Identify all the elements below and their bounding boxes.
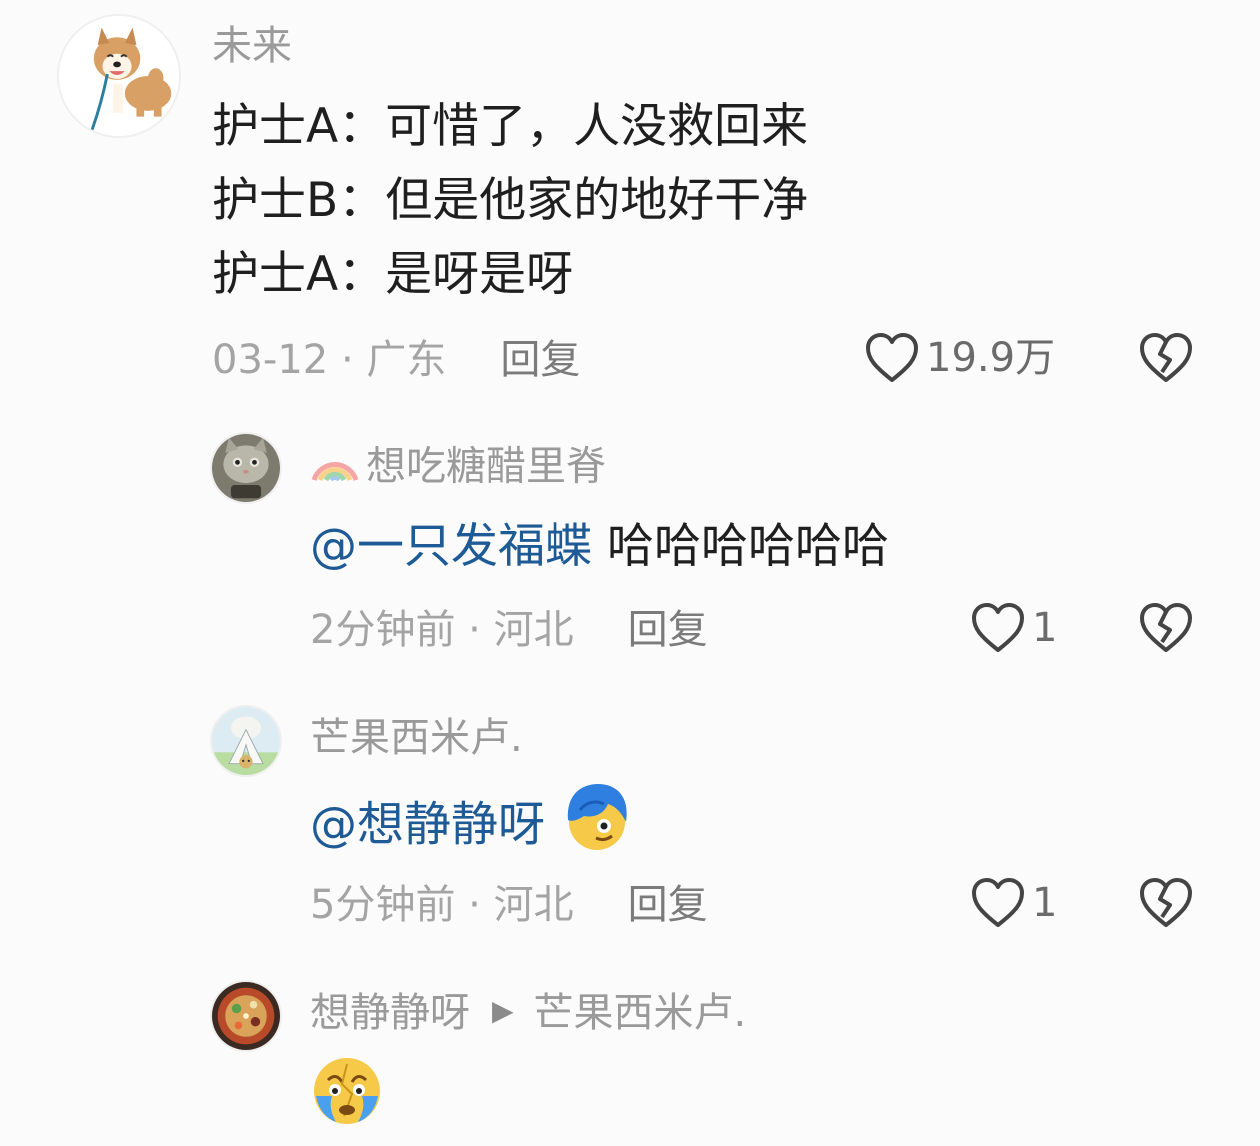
mention-link[interactable]: @一只发福蝶 bbox=[310, 519, 592, 574]
cat-avatar-image bbox=[212, 434, 280, 502]
reply-button[interactable]: 回复 bbox=[628, 882, 708, 928]
reply-username-text: 想吃糖醋里脊 bbox=[366, 443, 606, 490]
cartoon-avatar-image bbox=[212, 707, 280, 775]
reply-location: 河北 bbox=[493, 607, 574, 653]
meta-separator: · bbox=[455, 607, 494, 653]
like-count: 1 bbox=[1032, 605, 1058, 651]
like-count: 19.9万 bbox=[926, 335, 1056, 381]
comment-item: 未来 护士A：可惜了，人没救回来 护士B：但是他家的地好干净 护士A：是呀是呀 … bbox=[0, 0, 1260, 400]
reply-time: 2分钟前 bbox=[310, 607, 456, 653]
rainbow-icon bbox=[310, 438, 360, 493]
like-button[interactable]: 19.9万 bbox=[864, 332, 1055, 384]
comment-text-line: 护士A：是呀是呀 bbox=[212, 247, 574, 302]
comment-username[interactable]: 未来 bbox=[212, 22, 292, 70]
comment-text-line: 护士B：但是他家的地好干净 bbox=[212, 173, 809, 228]
like-button[interactable]: 1 bbox=[970, 602, 1057, 654]
reply-time: 5分钟前 bbox=[310, 882, 456, 928]
reply-text bbox=[310, 1054, 384, 1146]
like-button[interactable]: 1 bbox=[970, 877, 1057, 929]
avatar[interactable] bbox=[57, 14, 181, 138]
reply-button[interactable]: 回复 bbox=[628, 607, 708, 653]
reply-text: @想静静呀 bbox=[310, 780, 634, 876]
reply-target[interactable]: 芒果西米卢. bbox=[534, 990, 747, 1036]
broken-heart-icon bbox=[1140, 333, 1192, 382]
reply-meta: 2分钟前 · 河北 回复 bbox=[310, 606, 708, 654]
reply-arrow-icon: ▶ bbox=[492, 994, 514, 1027]
comment-date: 03-12 bbox=[212, 337, 329, 383]
comment-text: 护士A：可惜了，人没救回来 护士B：但是他家的地好干净 护士A：是呀是呀 bbox=[212, 90, 808, 312]
broken-heart-icon bbox=[1140, 603, 1192, 652]
reply-text: @一只发福蝶 哈哈哈哈哈哈 bbox=[310, 510, 889, 584]
comment-thread: 未来 护士A：可惜了，人没救回来 护士B：但是他家的地好干净 护士A：是呀是呀 … bbox=[0, 0, 1260, 1146]
avatar[interactable] bbox=[210, 980, 282, 1052]
avatar[interactable] bbox=[210, 705, 282, 777]
heart-icon bbox=[866, 333, 918, 382]
reply-author[interactable]: 想静静呀 bbox=[310, 990, 470, 1036]
crying-face-icon bbox=[310, 1054, 384, 1146]
dog-avatar-image bbox=[59, 16, 179, 136]
dislike-button[interactable] bbox=[1138, 877, 1194, 929]
mention-link[interactable]: @想静静呀 bbox=[310, 798, 545, 853]
like-count: 1 bbox=[1032, 880, 1058, 926]
reply-username: 想静静呀 ▶ 芒果西米卢. bbox=[310, 989, 746, 1039]
meta-separator: · bbox=[328, 337, 367, 383]
reply-meta: 5分钟前 · 河北 回复 bbox=[310, 881, 708, 929]
comment-meta: 03-12 · 广东 回复 bbox=[212, 336, 580, 384]
heart-icon bbox=[972, 603, 1024, 652]
reply-username[interactable]: 想吃糖醋里脊 bbox=[310, 441, 606, 496]
dislike-button[interactable] bbox=[1138, 602, 1194, 654]
smirk-face-icon bbox=[560, 780, 634, 876]
comment-location: 广东 bbox=[366, 337, 447, 383]
reply-text-body: 哈哈哈哈哈哈 bbox=[606, 519, 889, 574]
heart-icon bbox=[972, 878, 1024, 927]
reply-location: 河北 bbox=[493, 882, 574, 928]
meta-separator: · bbox=[455, 882, 494, 928]
food-avatar-image bbox=[212, 982, 280, 1050]
broken-heart-icon bbox=[1140, 878, 1192, 927]
avatar[interactable] bbox=[210, 432, 282, 504]
dislike-button[interactable] bbox=[1138, 332, 1194, 384]
reply-button[interactable]: 回复 bbox=[500, 337, 580, 383]
reply-username[interactable]: 芒果西米卢. bbox=[310, 714, 523, 762]
comment-text-line: 护士A：可惜了，人没救回来 bbox=[212, 99, 809, 154]
